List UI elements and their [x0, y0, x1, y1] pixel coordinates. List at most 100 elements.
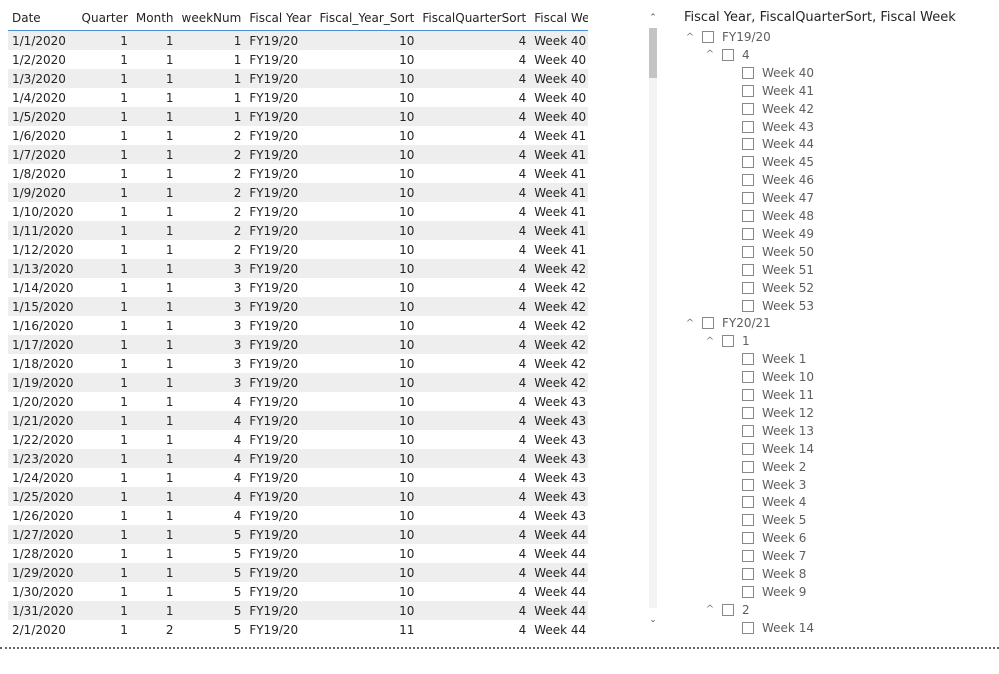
slicer-item-level-2[interactable]: Week 48	[742, 207, 814, 225]
slicer-item-level-2[interactable]: Week 46	[742, 171, 814, 189]
slicer-item-level-2[interactable]: Week 9	[742, 583, 806, 601]
checkbox[interactable]	[742, 406, 754, 419]
slicer-item-level-2[interactable]: Week 14	[742, 619, 814, 637]
column-header-quarter[interactable]: Quarter	[77, 6, 132, 31]
slicer-item-level-2[interactable]: Week 44	[742, 135, 814, 153]
checkbox[interactable]	[742, 371, 754, 384]
cell-month: 1	[131, 240, 178, 259]
cell-fiscal-quarter-sort: 4	[418, 582, 531, 601]
column-header-fiscal-quarter-sort[interactable]: FiscalQuarterSort	[418, 6, 531, 31]
slicer-item-level-2[interactable]: Week 40	[742, 64, 814, 82]
chevron-up-icon[interactable]: ^	[684, 318, 696, 329]
checkbox[interactable]	[722, 335, 734, 348]
slicer-item-level-2[interactable]: Week 52	[742, 279, 814, 297]
slicer-item-level-2[interactable]: Week 49	[742, 225, 814, 243]
checkbox[interactable]	[742, 227, 754, 240]
column-header-fiscal-week[interactable]: Fiscal Week	[530, 6, 588, 31]
checkbox[interactable]	[742, 532, 754, 545]
table-row: 1/22/2020 1 1 4 FY19/20 10 4 Week 43	[8, 430, 588, 449]
checkbox[interactable]	[742, 138, 754, 151]
checkbox[interactable]	[742, 156, 754, 169]
checkbox[interactable]	[742, 299, 754, 312]
checkbox[interactable]	[742, 120, 754, 133]
slicer-item-level-2[interactable]: Week 3	[742, 476, 806, 494]
table-row: 1/4/2020 1 1 1 FY19/20 10 4 Week 40	[8, 88, 588, 107]
cell-quarter: 1	[77, 30, 132, 50]
cell-quarter: 1	[77, 202, 132, 221]
column-header-weeknum[interactable]: weekNum	[177, 6, 246, 31]
checkbox[interactable]	[742, 621, 754, 634]
cell-quarter: 1	[77, 88, 132, 107]
slicer-item-level-0[interactable]: ^ FY19/20	[684, 28, 771, 46]
slicer-item-level-2[interactable]: Week 45	[742, 153, 814, 171]
slicer-item-level-2[interactable]: Week 42	[742, 100, 814, 118]
checkbox[interactable]	[742, 353, 754, 366]
checkbox[interactable]	[742, 460, 754, 473]
chevron-up-icon[interactable]: ^	[684, 32, 696, 43]
checkbox[interactable]	[722, 603, 734, 616]
checkbox[interactable]	[742, 84, 754, 97]
checkbox[interactable]	[742, 514, 754, 527]
chevron-down-icon[interactable]: ⌄	[649, 616, 657, 625]
slicer-item-level-2[interactable]: Week 7	[742, 547, 806, 565]
scrollbar-track[interactable]	[649, 28, 657, 608]
checkbox[interactable]	[742, 496, 754, 509]
slicer-item-label: Week 4	[762, 495, 807, 510]
checkbox[interactable]	[702, 317, 714, 330]
chevron-up-icon[interactable]: ^	[704, 49, 716, 60]
cell-date: 1/27/2020	[8, 525, 78, 544]
slicer-item-level-2[interactable]: Week 4	[742, 493, 806, 511]
checkbox[interactable]	[742, 550, 754, 563]
checkbox[interactable]	[742, 478, 754, 491]
column-header-fiscal-year-sort[interactable]: Fiscal_Year_Sort	[315, 6, 419, 31]
slicer-item-level-2[interactable]: Week 8	[742, 565, 806, 583]
slicer-item-level-2[interactable]: Week 12	[742, 404, 814, 422]
checkbox[interactable]	[742, 568, 754, 580]
cell-fiscal-quarter-sort: 4	[418, 69, 531, 88]
slicer-item-level-1[interactable]: ^ 4	[704, 46, 750, 64]
checkbox[interactable]	[742, 192, 754, 205]
checkbox[interactable]	[742, 263, 754, 276]
chevron-up-icon[interactable]: ^	[704, 336, 716, 347]
slicer-item-level-2[interactable]: Week 1	[742, 350, 806, 368]
column-header-date[interactable]: Date	[8, 6, 78, 31]
column-header-month[interactable]: Month	[131, 6, 178, 31]
checkbox[interactable]	[742, 174, 754, 187]
checkbox[interactable]	[702, 31, 714, 43]
column-header-fiscal-year[interactable]: Fiscal Year	[245, 6, 316, 31]
cell-weeknum: 3	[177, 259, 246, 278]
cell-fiscal-year-sort: 10	[315, 164, 419, 183]
slicer-item-level-2[interactable]: Week 14	[742, 440, 814, 458]
scrollbar-thumb[interactable]	[649, 28, 657, 78]
checkbox[interactable]	[742, 102, 754, 115]
slicer-item-level-0[interactable]: ^ FY20/21	[684, 314, 771, 332]
cell-fiscal-quarter-sort: 4	[418, 316, 531, 335]
slicer-item-level-1[interactable]: ^ 2	[704, 601, 750, 619]
checkbox[interactable]	[742, 389, 754, 401]
checkbox[interactable]	[742, 66, 754, 79]
slicer-item-level-1[interactable]: ^ 1	[704, 332, 750, 350]
table-scrollbar[interactable]: ⌃ ⌄	[647, 8, 659, 628]
checkbox[interactable]	[742, 245, 754, 258]
slicer-item-level-2[interactable]: Week 50	[742, 243, 814, 261]
slicer-item-level-2[interactable]: Week 53	[742, 297, 814, 315]
checkbox[interactable]	[742, 442, 754, 455]
slicer-item-level-2[interactable]: Week 2	[742, 458, 806, 476]
checkbox[interactable]	[742, 210, 754, 222]
checkbox[interactable]	[742, 585, 754, 598]
slicer-item-level-2[interactable]: Week 5	[742, 511, 806, 529]
chevron-up-icon[interactable]: ^	[704, 604, 716, 615]
checkbox[interactable]	[742, 424, 754, 437]
slicer-item-level-2[interactable]: Week 13	[742, 422, 814, 440]
cell-fiscal-week: Week 44	[530, 620, 588, 639]
slicer-item-level-2[interactable]: Week 6	[742, 529, 806, 547]
slicer-item-level-2[interactable]: Week 51	[742, 261, 814, 279]
slicer-item-level-2[interactable]: Week 41	[742, 82, 814, 100]
slicer-item-level-2[interactable]: Week 47	[742, 189, 814, 207]
slicer-item-level-2[interactable]: Week 10	[742, 368, 814, 386]
slicer-item-level-2[interactable]: Week 43	[742, 118, 814, 136]
chevron-up-icon[interactable]: ⌃	[649, 14, 657, 23]
slicer-item-level-2[interactable]: Week 11	[742, 386, 814, 404]
checkbox[interactable]	[742, 281, 754, 294]
checkbox[interactable]	[722, 48, 734, 61]
